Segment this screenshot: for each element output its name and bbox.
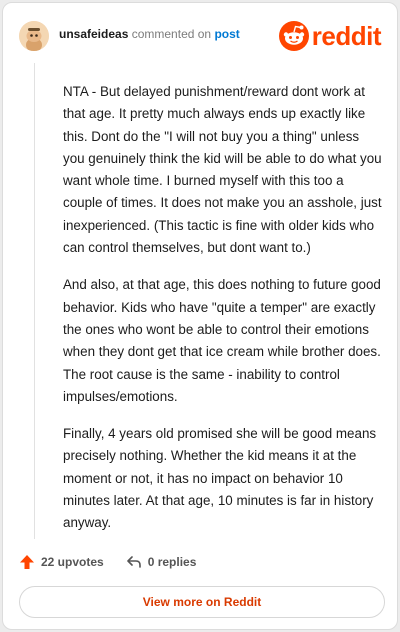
upvote-button[interactable]: 22 upvotes — [19, 554, 104, 570]
post-link[interactable]: post — [214, 27, 239, 41]
comment-paragraph: And also, at that age, this does nothing… — [63, 277, 381, 404]
comment-paragraph: Finally, 4 years old promised she will b… — [63, 426, 377, 531]
reddit-wordmark: reddit — [311, 21, 382, 51]
reddit-logo[interactable]: reddit — [278, 19, 382, 53]
upvote-count: 22 upvotes — [41, 555, 104, 569]
comment-header: unsafeideas commented on post reddit — [19, 19, 383, 53]
comment-body: NTA - But delayed punishment/reward dont… — [63, 81, 383, 550]
comment-actions: 22 upvotes 0 replies — [19, 551, 218, 573]
action-text: commented on — [131, 27, 212, 41]
view-more-button[interactable]: View more on Reddit — [19, 586, 385, 618]
comment-card: unsafeideas commented on post reddit NTA… — [2, 2, 398, 630]
reply-count: 0 replies — [147, 555, 197, 569]
snoo-avatar-icon — [19, 21, 49, 51]
thread-line — [34, 63, 35, 539]
comment-meta: unsafeideas commented on post — [59, 27, 240, 41]
reply-button[interactable]: 0 replies — [126, 554, 197, 570]
reddit-snoo-icon — [278, 21, 309, 51]
upvote-arrow-icon — [20, 555, 34, 569]
username-link[interactable]: unsafeideas — [59, 27, 128, 41]
avatar[interactable] — [19, 21, 49, 51]
comment-paragraph: NTA - But delayed punishment/reward dont… — [63, 84, 382, 256]
reply-arrow-icon — [126, 556, 141, 568]
